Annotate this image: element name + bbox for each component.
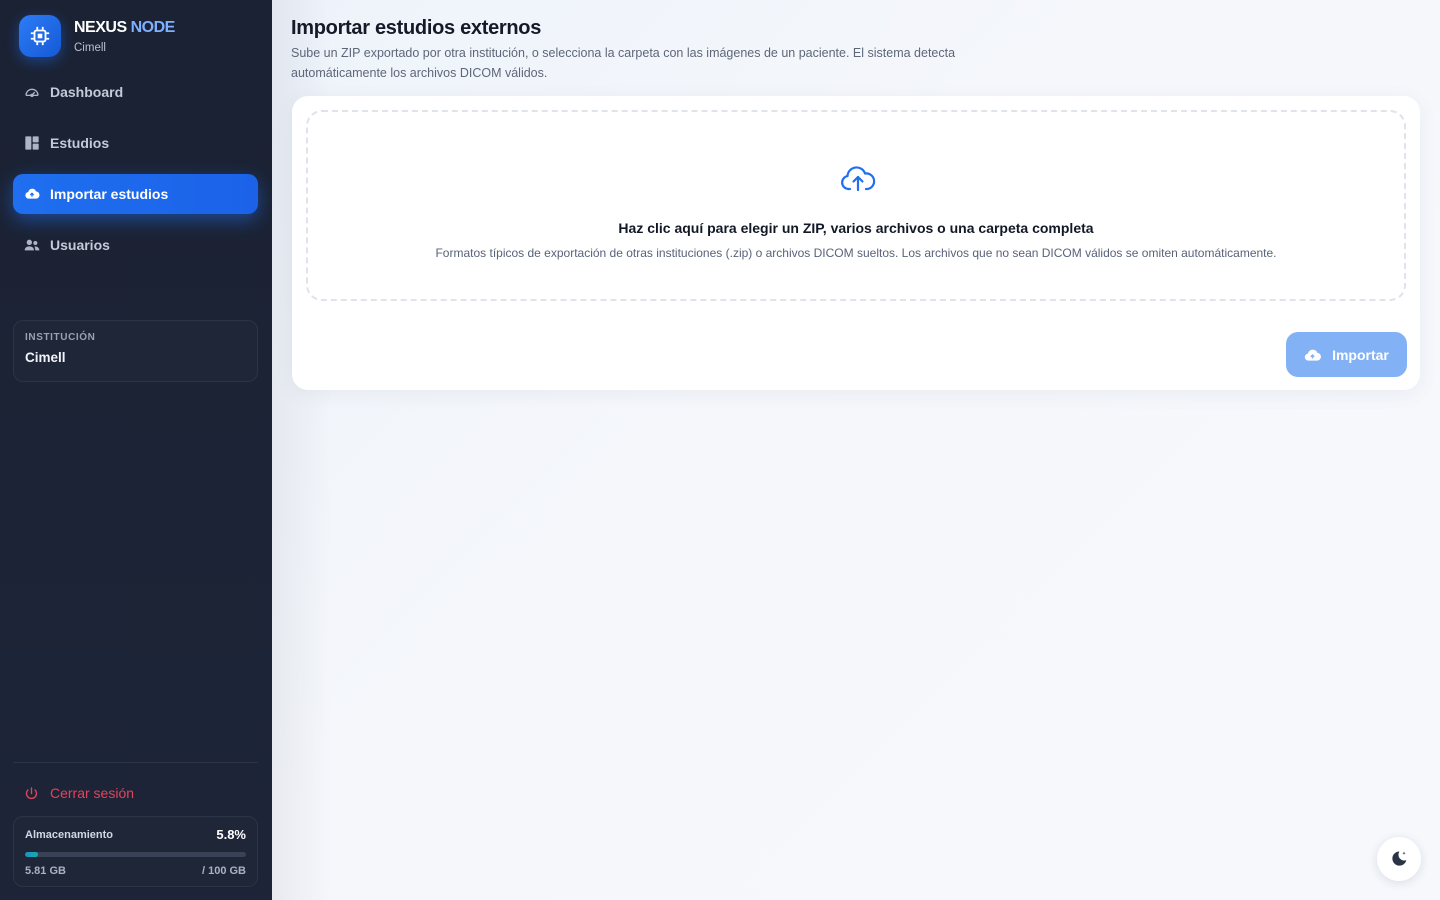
storage-card: Almacenamiento 5.8% 5.81 GB / 100 GB — [13, 816, 258, 887]
dropzone-title: Haz clic aquí para elegir un ZIP, varios… — [618, 220, 1094, 236]
sidebar-divider — [13, 762, 258, 763]
moon-stars-icon — [1392, 851, 1407, 866]
import-button[interactable]: Importar — [1286, 332, 1407, 377]
storage-used: 5.81 GB — [25, 865, 66, 877]
file-dropzone[interactable]: Haz clic aquí para elegir un ZIP, varios… — [306, 110, 1406, 301]
sidebar-item-usuarios[interactable]: Usuarios — [13, 225, 258, 265]
sidebar-item-dashboard[interactable]: Dashboard — [13, 72, 258, 112]
cloud-upload-icon — [841, 166, 876, 192]
sidebar-item-estudios[interactable]: Estudios — [13, 123, 258, 163]
brand[interactable]: NEXUS NODE Cimell — [19, 15, 175, 57]
storage-progress-bar — [25, 852, 246, 857]
cloud-upload-icon — [24, 186, 40, 202]
sidebar-item-label: Dashboard — [50, 84, 124, 100]
brand-subtitle: Cimell — [74, 42, 106, 54]
import-card: Haz clic aquí para elegir un ZIP, varios… — [292, 96, 1420, 390]
sidebar-item-label: Estudios — [50, 135, 110, 151]
storage-percent: 5.8% — [216, 827, 246, 842]
dropzone-subtitle: Formatos típicos de exportación de otras… — [435, 246, 1277, 260]
main-content: Importar estudios externos Sube un ZIP e… — [272, 0, 1440, 900]
chip-logo-icon — [19, 15, 61, 57]
import-button-label: Importar — [1332, 346, 1389, 363]
power-icon — [25, 786, 38, 799]
page-description: Sube un ZIP exportado por otra instituci… — [291, 46, 956, 80]
storage-total: / 100 GB — [201, 865, 246, 877]
sidebar-nav: Dashboard Estudios Importar estudios Usu… — [13, 72, 258, 276]
grid-icon — [24, 135, 40, 151]
logout-label: Cerrar sesión — [50, 785, 135, 801]
users-icon — [24, 237, 40, 253]
storage-label: Almacenamiento — [25, 828, 114, 841]
sidebar-item-label: Usuarios — [50, 237, 110, 253]
sidebar-item-label: Importar estudios — [50, 186, 169, 202]
institution-label: INSTITUCIÓN — [25, 332, 96, 343]
brand-title: NEXUS NODE — [74, 19, 175, 36]
institution-value: Cimell — [25, 350, 66, 365]
page-title: Importar estudios externos — [291, 17, 542, 39]
institution-card: INSTITUCIÓN Cimell — [13, 320, 258, 382]
sidebar: NEXUS NODE Cimell Dashboard Estudios Imp… — [0, 0, 272, 900]
theme-toggle-button[interactable] — [1377, 837, 1421, 881]
sidebar-item-importar-estudios[interactable]: Importar estudios — [13, 174, 258, 214]
cloud-upload-icon — [1304, 349, 1322, 361]
logout-button[interactable]: Cerrar sesión — [24, 785, 134, 801]
gauge-icon — [24, 84, 40, 100]
storage-progress-fill — [25, 852, 38, 857]
